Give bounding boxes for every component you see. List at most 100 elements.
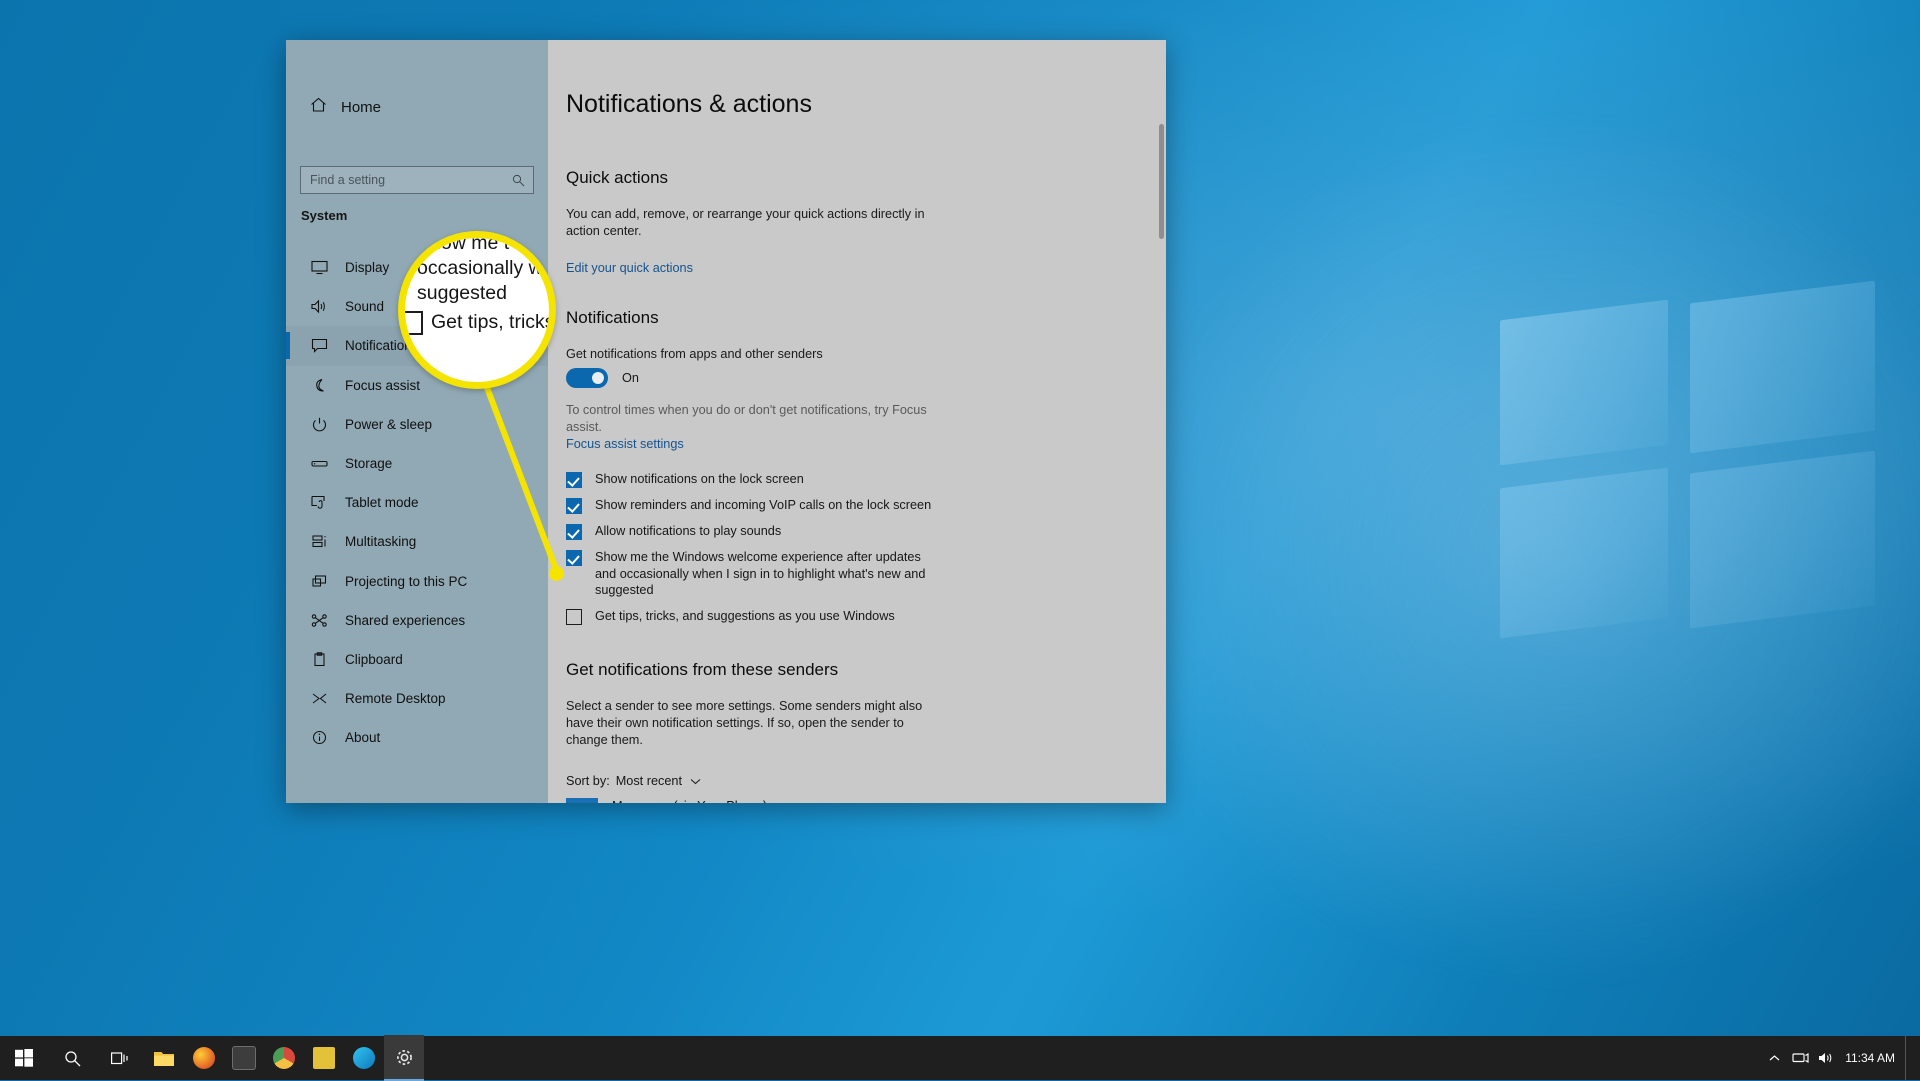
- taskbar-app-settings[interactable]: [384, 1035, 424, 1081]
- settings-window: Settings Home Find a setting: [286, 40, 1166, 803]
- focus-assist-note: To control times when you do or don't ge…: [566, 403, 927, 434]
- magnified-content: Show me t occasionally w suggested Get t…: [405, 238, 556, 382]
- sidebar-item-clipboard[interactable]: Clipboard: [286, 640, 548, 679]
- sidebar-item-home[interactable]: Home: [300, 90, 534, 124]
- project-screen-icon: [310, 572, 328, 590]
- windows-start-icon: [15, 1049, 33, 1067]
- power-icon: [310, 415, 328, 433]
- taskbar-app-notepad[interactable]: [304, 1036, 344, 1080]
- notifications-heading: Notifications: [566, 308, 659, 327]
- checkbox-row[interactable]: Allow notifications to play sounds: [566, 523, 1126, 540]
- chrome-icon: [273, 1047, 295, 1069]
- taskbar: 11:34 AM: [0, 1035, 1920, 1081]
- volume-icon[interactable]: [1813, 1036, 1839, 1080]
- focus-assist-settings-link[interactable]: Focus assist settings: [566, 436, 684, 453]
- scrollbar[interactable]: [1159, 124, 1164, 784]
- taskbar-app-file-explorer[interactable]: [144, 1036, 184, 1080]
- checkbox-get-tips[interactable]: [566, 608, 582, 625]
- edit-quick-actions-link[interactable]: Edit your quick actions: [566, 260, 693, 277]
- sidebar-item-label: Display: [345, 260, 390, 276]
- taskbar-app-edge[interactable]: [344, 1036, 384, 1080]
- sort-by-value[interactable]: Most recent: [616, 774, 682, 788]
- senders-heading: Get notifications from these senders: [566, 660, 839, 679]
- system-tray: 11:34 AM: [1761, 1036, 1920, 1080]
- search-icon: [64, 1050, 80, 1066]
- checkbox-label: Get tips, tricks, and suggestions as you…: [595, 608, 895, 623]
- sidebar-item-shared-experiences[interactable]: Shared experiences: [286, 601, 548, 640]
- info-icon: [310, 729, 328, 747]
- sidebar-item-power-sleep[interactable]: Power & sleep: [286, 405, 548, 444]
- checkbox-voip-calls[interactable]: [566, 498, 582, 514]
- taskbar-app-firefox[interactable]: [184, 1036, 224, 1080]
- checkbox-label: Show notifications on the lock screen: [595, 472, 804, 486]
- sender-info: Messages (via Your Phone) On: Banners, S…: [612, 798, 767, 803]
- drive-icon: [310, 455, 328, 473]
- callout-line-4: Get tips, tricks, an: [431, 311, 556, 333]
- checkbox-label: Show me the Windows welcome experience a…: [595, 550, 926, 597]
- sidebar-item-label: Multitasking: [345, 534, 417, 550]
- moon-icon: [310, 376, 328, 394]
- sidebar-item-tablet-mode[interactable]: Tablet mode: [286, 483, 548, 522]
- task-view-button[interactable]: [96, 1036, 144, 1080]
- checkbox-lock-screen[interactable]: [566, 472, 582, 488]
- sidebar-item-label: Tablet mode: [345, 495, 419, 511]
- checkbox-play-sounds[interactable]: [566, 524, 582, 540]
- tablet-icon: [310, 494, 328, 512]
- clipboard-icon: [310, 650, 328, 668]
- sidebar-item-label: Shared experiences: [345, 612, 466, 628]
- search-input-placeholder[interactable]: Find a setting: [301, 173, 512, 187]
- file-explorer-icon: [154, 1051, 174, 1066]
- sender-name: Messages (via Your Phone): [612, 798, 767, 803]
- messages-app-icon: [566, 798, 598, 803]
- sender-list-item[interactable]: Messages (via Your Phone) On: Banners, S…: [566, 798, 1146, 803]
- quick-actions-heading: Quick actions: [566, 168, 669, 187]
- sidebar-item-storage[interactable]: Storage: [286, 444, 548, 483]
- magnifier-callout: Show me t occasionally w suggested Get t…: [398, 231, 556, 389]
- edge-icon: [353, 1047, 375, 1069]
- checkbox-row[interactable]: Show notifications on the lock screen: [566, 471, 1126, 488]
- quick-actions-description: You can add, remove, or rearrange your q…: [566, 207, 925, 238]
- remote-desktop-icon: [310, 690, 328, 708]
- notification-icon: [310, 337, 328, 355]
- sidebar-item-projecting[interactable]: Projecting to this PC: [286, 562, 548, 601]
- wallpaper-pane-top-right: [1690, 280, 1875, 454]
- taskbar-search-button[interactable]: [48, 1036, 96, 1080]
- sort-by-control[interactable]: Sort by: Most recent: [566, 774, 701, 788]
- sidebar-item-remote-desktop[interactable]: Remote Desktop: [286, 679, 548, 718]
- callout-line-2: occasionally w: [417, 257, 543, 279]
- search-icon[interactable]: [512, 174, 533, 187]
- callout-checkbox-get-tips: [405, 311, 423, 335]
- sidebar-item-about[interactable]: About: [286, 718, 548, 757]
- search-box[interactable]: Find a setting: [300, 166, 534, 194]
- clock[interactable]: 11:34 AM: [1839, 1036, 1905, 1080]
- sidebar-item-multitasking[interactable]: Multitasking: [286, 522, 548, 561]
- notifications-toggle-row[interactable]: On: [566, 368, 639, 388]
- terminal-icon: [232, 1046, 256, 1070]
- taskbar-app-terminal[interactable]: [224, 1036, 264, 1080]
- network-icon[interactable]: [1787, 1036, 1813, 1080]
- sidebar-item-label: Clipboard: [345, 651, 403, 667]
- checkbox-label: Show reminders and incoming VoIP calls o…: [595, 498, 932, 512]
- checkbox-welcome-experience[interactable]: [566, 550, 582, 566]
- home-icon: [310, 97, 327, 118]
- notifications-toggle[interactable]: [566, 368, 608, 388]
- checkbox-row[interactable]: Show reminders and incoming VoIP calls o…: [566, 497, 1126, 514]
- senders-description: Select a sender to see more settings. So…: [566, 699, 923, 747]
- chevron-down-icon[interactable]: [688, 778, 701, 785]
- sidebar-item-label: Power & sleep: [345, 416, 433, 432]
- share-icon: [310, 611, 328, 629]
- speaker-icon: [310, 298, 328, 316]
- toggle-knob: [592, 372, 604, 384]
- show-desktop-button[interactable]: [1905, 1036, 1914, 1080]
- chevron-up-icon[interactable]: [1761, 1036, 1787, 1080]
- taskbar-app-chrome[interactable]: [264, 1036, 304, 1080]
- task-view-icon: [110, 1051, 128, 1064]
- sidebar-home-label: Home: [341, 98, 382, 116]
- notifications-description: Get notifications from apps and other se…: [566, 347, 823, 361]
- checkbox-row[interactable]: Show me the Windows welcome experience a…: [566, 549, 1126, 599]
- wallpaper-pane-top-left: [1500, 299, 1668, 466]
- checkbox-row[interactable]: Get tips, tricks, and suggestions as you…: [566, 608, 1126, 625]
- start-button[interactable]: [0, 1036, 48, 1080]
- sidebar-category-label: System: [301, 208, 348, 223]
- scrollbar-thumb[interactable]: [1159, 124, 1164, 239]
